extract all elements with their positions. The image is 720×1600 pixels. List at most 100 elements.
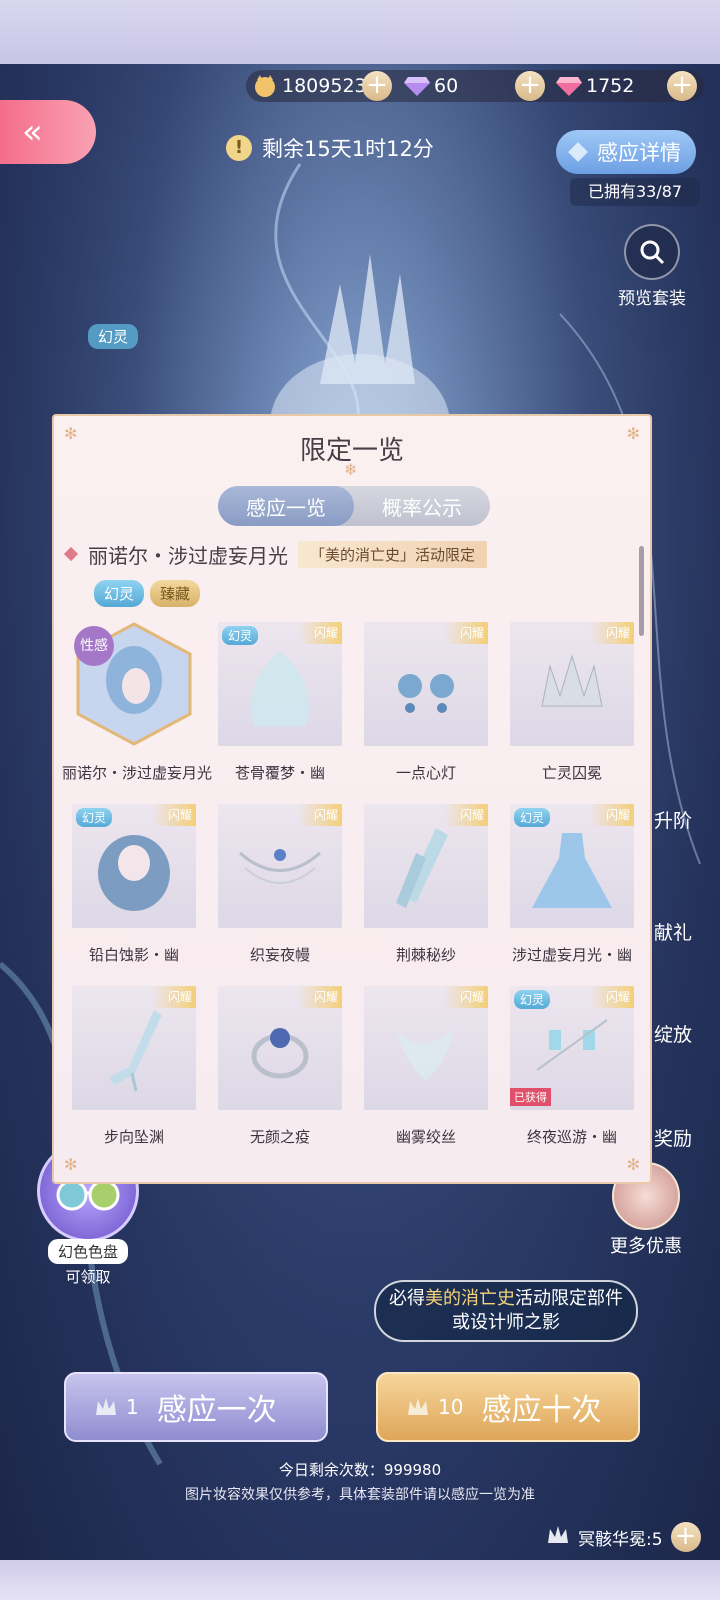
crown-token-icon <box>94 1395 118 1419</box>
crown-item-amount: 冥骸华冕:5 <box>578 1529 663 1550</box>
item-label: 无颜之疫 <box>249 1128 310 1146</box>
item-label: 丽诺尔・涉过虚妄月光 <box>62 764 213 782</box>
preview-outfit-button[interactable]: 预览套装 <box>612 224 692 309</box>
mist-silk-icon <box>396 1025 456 1081</box>
diamond-icon <box>568 142 588 162</box>
gold-currency: 18095234 <box>252 72 379 100</box>
item-label: 铅白蚀影・幽 <box>88 946 179 964</box>
purple-diamond-icon <box>404 73 430 99</box>
item-thumbnail: 闪耀 <box>364 804 488 928</box>
side-reward[interactable]: 奖励 <box>654 1124 692 1151</box>
details-button-label: 感应详情 <box>597 141 681 165</box>
exclamation-icon: ! <box>226 135 252 161</box>
shine-corner: 闪耀 <box>298 986 342 1008</box>
tab-probability[interactable]: 概率公示 <box>354 486 490 526</box>
pink-diamond-amount: 1752 <box>586 75 635 97</box>
ring-icon <box>251 1028 309 1079</box>
item-card[interactable]: 闪耀 步向坠渊 <box>72 986 196 1156</box>
item-card[interactable]: 性感 丽诺尔・涉过虚妄月光 <box>62 622 212 792</box>
item-thumbnail: 幻灵 闪耀 <box>72 804 196 928</box>
earring-icon <box>398 674 454 714</box>
pull-ten-cost: 10 <box>438 1395 464 1419</box>
spirit-tag: 幻灵 <box>88 324 139 349</box>
item-thumbnail: 幻灵 闪耀 <box>510 804 634 928</box>
item-card[interactable]: 闪耀 幽雾绞丝 <box>364 986 488 1156</box>
side-upgrade[interactable]: 升阶 <box>654 806 692 833</box>
add-crown-item-button[interactable]: + <box>670 1522 701 1552</box>
item-thumbnail: 闪耀 <box>72 986 196 1110</box>
hair-icon <box>98 835 170 912</box>
item-card[interactable]: 闪耀 亡灵囚冕 <box>510 622 634 792</box>
style-badge: 性感 <box>74 626 114 666</box>
item-label: 涉过虚妄月光・幽 <box>511 946 632 964</box>
snowflake-icon: ✻ <box>626 1155 640 1174</box>
guarantee-tooltip: 必得美的消亡史活动限定部件或设计师之影 <box>374 1280 638 1342</box>
palette-name: 幻色色盘 <box>47 1239 128 1264</box>
item-card[interactable]: 幻灵 闪耀 已获得 终夜巡游・幽 <box>510 986 634 1156</box>
pull-ten-button[interactable]: 10 感应十次 <box>376 1372 640 1442</box>
snowflake-icon: ✻ <box>64 1155 78 1174</box>
back-button[interactable]: « <box>0 100 96 164</box>
item-label: 幽雾绞丝 <box>395 1128 456 1146</box>
palette-status: 可领取 <box>65 1268 111 1286</box>
side-release[interactable]: 绽放 <box>654 1020 692 1047</box>
event-timer: ! 剩余15天1时12分 <box>226 130 434 166</box>
disclaimer: 图片妆容效果仅供参考，具体套装部件请以感应一览为准 <box>185 1487 535 1503</box>
lantern-icon <box>536 1019 608 1072</box>
item-card[interactable]: 闪耀 荆棘秘纱 <box>364 804 488 974</box>
item-label: 亡灵囚冕 <box>541 764 602 782</box>
shine-corner: 闪耀 <box>590 986 634 1008</box>
snowflake-icon: ❄ <box>344 460 358 479</box>
crown-icon <box>541 654 603 707</box>
spirit-badge: 幻灵 <box>94 580 145 607</box>
suit-limit-banner: 「美的消亡史」活动限定 <box>298 540 488 568</box>
guarantee-highlight: 美的消亡史 <box>425 1288 515 1309</box>
add-gold-button[interactable]: + <box>362 71 392 101</box>
scrollbar[interactable] <box>639 546 644 636</box>
dress-icon <box>532 833 612 909</box>
high-heel-icon <box>109 1010 162 1092</box>
item-label: 一点心灯 <box>395 764 456 782</box>
chain-ornament-icon <box>239 849 321 885</box>
preview-label: 预览套装 <box>618 289 686 309</box>
shine-corner: 闪耀 <box>444 986 488 1008</box>
limited-overview-dialog: ✻ ✻ ✻ ✻ 限定一览 ❄ 感应一览 概率公示 丽诺尔・涉过虚妄月光 「美的消… <box>52 414 652 1184</box>
obtained-badge: 已获得 <box>510 1088 551 1106</box>
shine-corner: 闪耀 <box>444 622 488 644</box>
purple-diamond-amount: 60 <box>434 75 459 97</box>
double-chevron-left-icon: « <box>22 112 43 152</box>
details-button[interactable]: 感应详情 <box>556 130 696 174</box>
owned-count: 已拥有33/87 <box>570 178 700 206</box>
more-deals-label: 更多优惠 <box>610 1236 682 1257</box>
shine-corner: 闪耀 <box>590 622 634 644</box>
item-card[interactable]: 幻灵 闪耀 涉过虚妄月光・幽 <box>510 804 634 974</box>
add-purple-diamond-button[interactable]: + <box>515 71 545 101</box>
item-card[interactable]: 闪耀 织妄夜幔 <box>218 804 342 974</box>
bottom-bar <box>0 1560 720 1600</box>
suit-badges: 幻灵 臻藏 <box>94 580 201 607</box>
item-thumbnail: 闪耀 <box>218 804 342 928</box>
pink-diamond-icon <box>556 73 582 99</box>
item-thumbnail: 幻灵 闪耀 <box>218 622 342 746</box>
pull-once-cost: 1 <box>126 1395 139 1419</box>
treasure-badge: 臻藏 <box>150 580 201 607</box>
timer-text: 剩余15天1时12分 <box>262 137 434 161</box>
pull-once-label: 感应一次 <box>156 1393 277 1428</box>
item-card[interactable]: 幻灵 闪耀 苍骨覆梦・幽 <box>218 622 342 792</box>
item-card[interactable]: 闪耀 一点心灯 <box>364 622 488 792</box>
item-thumbnail: 闪耀 <box>218 986 342 1110</box>
item-label: 织妄夜幔 <box>249 946 310 964</box>
pull-once-button[interactable]: 1 感应一次 <box>64 1372 328 1442</box>
item-thumbnail: 闪耀 <box>364 986 488 1110</box>
add-pink-diamond-button[interactable]: + <box>667 71 697 101</box>
item-label: 荆棘秘纱 <box>395 946 456 964</box>
item-card[interactable]: 闪耀 无颜之疫 <box>218 986 342 1156</box>
crown-item-count: 冥骸华冕:5 + <box>546 1522 701 1552</box>
item-label: 终夜巡游・幽 <box>526 1128 617 1146</box>
item-card[interactable]: 幻灵 闪耀 铅白蚀影・幽 <box>72 804 196 974</box>
remaining-pulls: 今日剩余次数：999980 <box>278 1461 442 1479</box>
side-gift[interactable]: 献礼 <box>654 918 692 945</box>
tab-overview[interactable]: 感应一览 <box>218 486 354 526</box>
item-thumbnail: 闪耀 <box>510 622 634 746</box>
diamond-bullet-icon <box>63 546 79 562</box>
